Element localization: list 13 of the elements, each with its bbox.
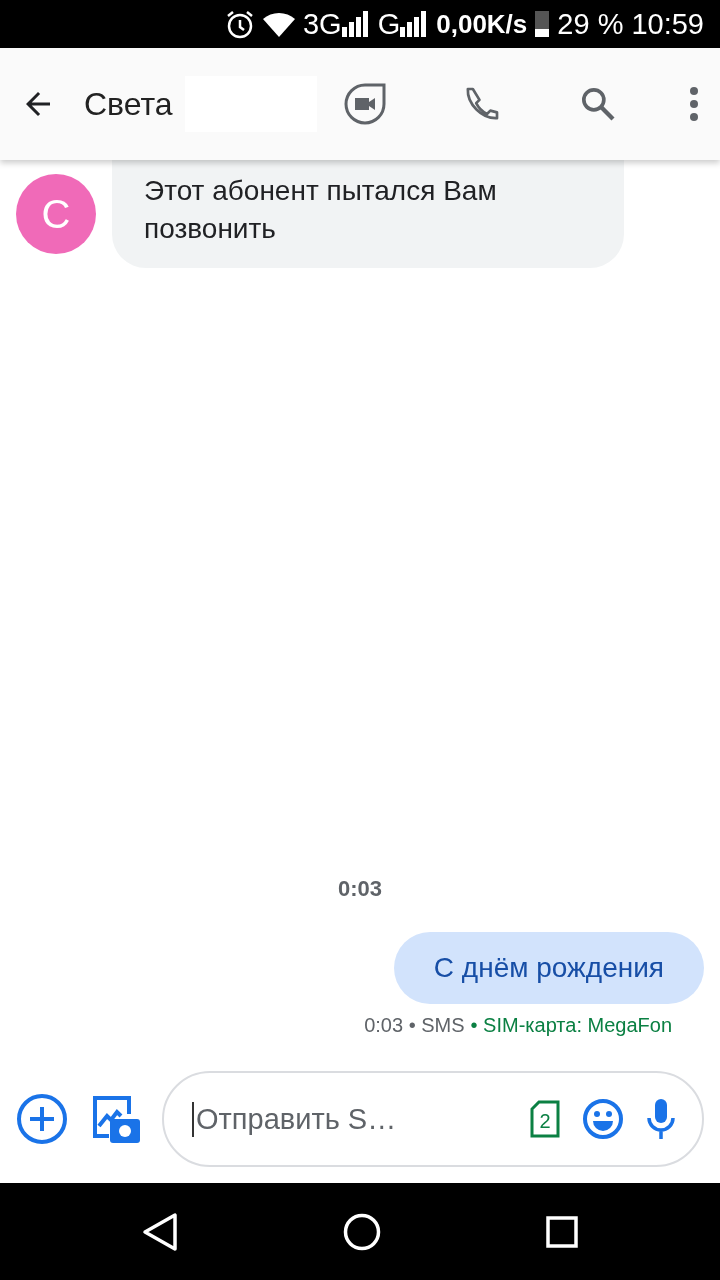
battery-percent: 29 %	[557, 7, 624, 41]
data-speed: 0,00K/s	[436, 8, 528, 40]
sim-card-icon[interactable]: 2	[530, 1100, 560, 1138]
outgoing-message: С днём рождения	[393, 932, 704, 1004]
message-timestamp: 0:03	[337, 876, 382, 901]
message-input-field[interactable]: Отправить S…	[192, 1101, 508, 1137]
network-label: G	[377, 7, 401, 41]
message-meta: 0:03 • SMS	[364, 1014, 465, 1037]
contact-name: Света	[84, 85, 173, 123]
network-label: 3G	[303, 7, 342, 41]
contact-avatar[interactable]: С	[16, 174, 96, 254]
sim-label: • SIM-карта: MegaFon	[470, 1014, 672, 1037]
clock: 10:59	[631, 7, 704, 41]
